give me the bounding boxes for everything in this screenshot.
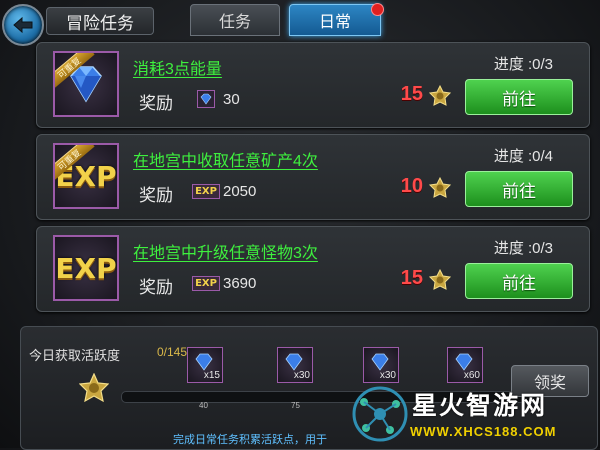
activity-medal-icon: [79, 373, 109, 403]
milestone-chest[interactable]: x30: [363, 347, 399, 383]
reward-label: 奖励: [139, 278, 173, 297]
tick-label: 40: [199, 401, 208, 410]
go-button[interactable]: 前往: [465, 263, 573, 299]
activity-medal-icon: [429, 85, 451, 106]
exp-badge: EXP: [192, 275, 220, 291]
footer-hint: 完成日常任务积累活跃点，用于: [173, 434, 327, 446]
milestone-count: x15: [203, 370, 220, 381]
watermark: 星火智游网 WWW.XHCS188.COM: [350, 380, 600, 448]
task-icon-frame: EXP 可重复: [53, 143, 119, 209]
activity-medal-icon: [429, 269, 451, 290]
task-progress: 进度 :0/4: [493, 148, 553, 165]
task-progress: 进度 :0/3: [493, 240, 553, 257]
milestone-chest[interactable]: x30: [277, 347, 313, 383]
activity-label: 今日获取活跃度: [29, 348, 121, 363]
task-card: EXP 在地宫中升级任意怪物3次 奖励 EXP 3690 进度 :0/3 15 …: [36, 226, 590, 312]
watermark-title: 星火智游网: [412, 392, 548, 420]
tick-label: 75: [291, 401, 300, 410]
reward-label: 奖励: [139, 186, 173, 205]
notification-dot: [371, 3, 384, 16]
task-name[interactable]: 在地宫中收取任意矿产4次: [133, 147, 318, 171]
tab-task[interactable]: 任务: [190, 4, 280, 36]
page-title: 冒险任务: [46, 7, 154, 35]
exp-badge: EXP: [192, 183, 220, 199]
milestone-chest[interactable]: x60: [447, 347, 483, 383]
go-button[interactable]: 前往: [465, 79, 573, 115]
milestone-chest[interactable]: x15: [187, 347, 223, 383]
exp-small-icon: EXP: [192, 273, 220, 293]
task-name[interactable]: 消耗3点能量: [133, 55, 222, 79]
back-arrow-icon: [13, 16, 33, 34]
activity-points: 15: [400, 267, 423, 289]
activity-count: 0/145: [157, 345, 188, 359]
watermark-url: WWW.XHCS188.COM: [410, 424, 557, 439]
gem-small-icon: [195, 89, 217, 109]
task-card: 可重复 消耗3点能量 奖励 30 进度 :0/3 15 前往: [36, 42, 590, 128]
task-progress: 进度 :0/3: [493, 56, 553, 73]
task-name[interactable]: 在地宫中升级任意怪物3次: [133, 239, 318, 263]
exp-icon: EXP: [55, 251, 117, 285]
reward-value: 3690: [223, 275, 257, 292]
watermark-logo: [352, 386, 408, 442]
task-icon-frame: EXP: [53, 235, 119, 301]
activity-medal-icon: [429, 177, 451, 198]
activity-points: 10: [400, 175, 423, 197]
reward-value: 2050: [223, 183, 257, 200]
tab-daily[interactable]: 日常: [289, 3, 384, 36]
tab-daily-label: 日常: [318, 14, 351, 31]
go-button[interactable]: 前往: [465, 171, 573, 207]
exp-small-icon: EXP: [192, 181, 220, 201]
task-icon-frame: 可重复: [53, 51, 119, 117]
task-card: EXP 可重复 在地宫中收取任意矿产4次 奖励 EXP 2050 进度 :0/4…: [36, 134, 590, 220]
back-button[interactable]: [2, 4, 44, 46]
top-bar: 冒险任务 任务 日常: [0, 0, 600, 46]
activity-points: 15: [400, 83, 423, 105]
reward-label: 奖励: [139, 94, 173, 113]
milestone-count: x30: [293, 370, 310, 381]
reward-value: 30: [223, 91, 240, 108]
